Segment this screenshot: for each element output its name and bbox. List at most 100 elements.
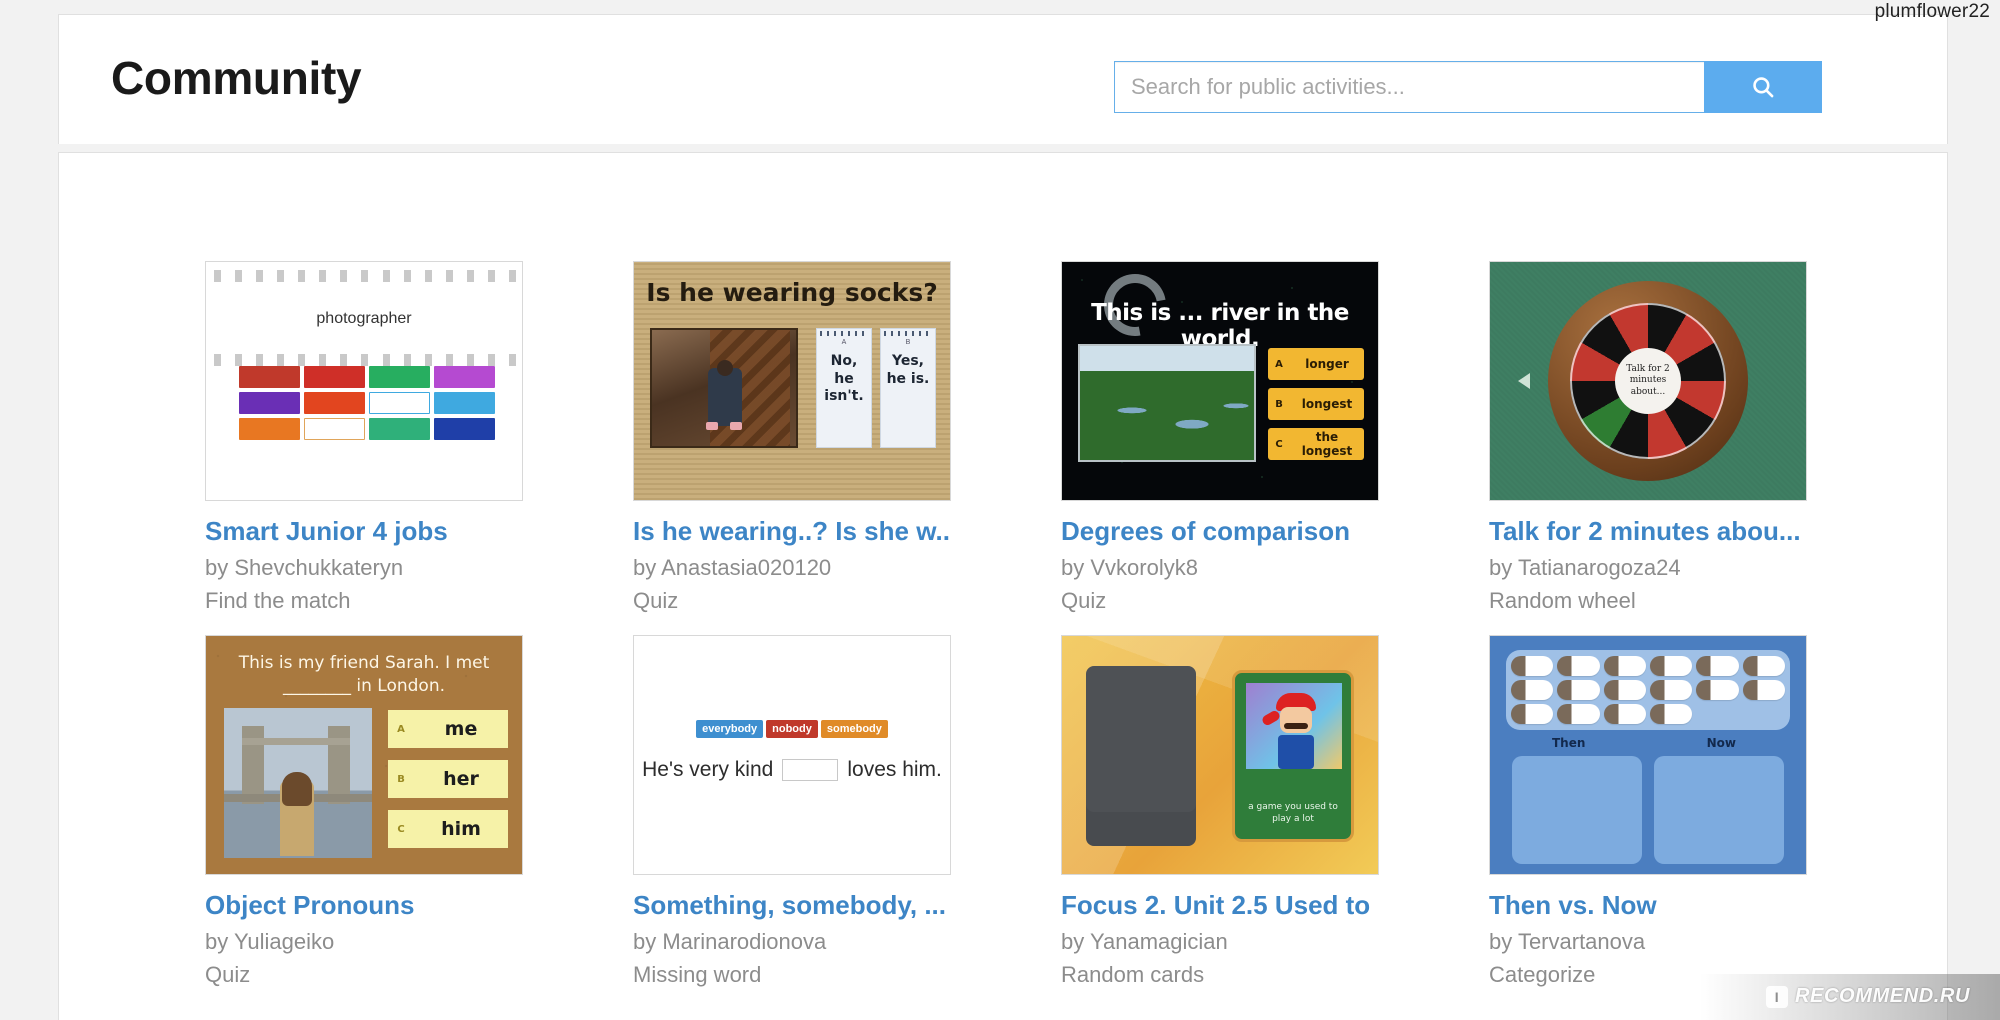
activity-thumbnail-random-wheel[interactable]: Talk for 2 minutes about... (1489, 261, 1807, 501)
activity-title-link[interactable]: Focus 2. Unit 2.5 Used to (1061, 891, 1379, 921)
token[interactable] (1742, 680, 1785, 701)
activity-author: by Marinarodionova (633, 929, 827, 955)
option-text: the longest (1301, 430, 1353, 458)
activity-card[interactable]: Talk for 2 minutes about... Talk for 2 m… (1489, 261, 1807, 613)
token[interactable] (1603, 656, 1646, 677)
token[interactable] (1511, 704, 1554, 725)
search-bar (1114, 61, 1822, 113)
activity-type: Quiz (633, 588, 679, 614)
activity-card[interactable]: a game you used to play a lot Focus 2. U… (1061, 635, 1379, 987)
token[interactable] (1742, 656, 1785, 677)
activity-title-link[interactable]: Is he wearing..? Is she w... (633, 517, 951, 547)
option-text: longest (1301, 397, 1353, 411)
option-letter: A (397, 723, 405, 735)
token[interactable] (1649, 704, 1693, 725)
activity-title-link[interactable]: Talk for 2 minutes abou... (1489, 517, 1807, 547)
activity-type: Find the match (205, 588, 351, 614)
token[interactable] (1557, 680, 1600, 701)
token[interactable] (1557, 704, 1600, 725)
quiz-option-a[interactable]: A me (388, 710, 508, 749)
activity-author: by Tatianarogoza24 (1489, 554, 1681, 580)
quiz-photo (1078, 344, 1256, 462)
film-perforation-top (214, 270, 516, 282)
token[interactable] (1603, 680, 1646, 701)
activity-thumbnail-quiz-river[interactable]: This is ... river in the world. A longer… (1061, 261, 1379, 501)
token[interactable] (1511, 680, 1554, 701)
community-page: plumflower22 Community Search for public… (0, 0, 2000, 1020)
drop-bin-then[interactable] (1512, 756, 1642, 865)
top-watermark: plumflower22 (1874, 1, 1990, 22)
activity-thumbnail-missing-word[interactable]: everybody nobody somebody He's very kind… (633, 635, 951, 876)
quiz-option-b[interactable]: B Yes, he is. (880, 328, 936, 448)
activity-title-link[interactable]: Something, somebody, ... (633, 891, 951, 921)
sentence-after: loves him. (847, 758, 942, 782)
card-back[interactable] (1086, 666, 1196, 847)
card-front[interactable]: a game you used to play a lot (1232, 670, 1354, 843)
activities-panel: photographer Smart Junior 4 jobs by Shev (58, 152, 1948, 1020)
activity-thumbnail-random-cards[interactable]: a game you used to play a lot (1061, 635, 1379, 876)
quiz-option-b[interactable]: B her (388, 760, 508, 799)
quiz-option-b[interactable]: B longest (1268, 388, 1364, 420)
option-letter: C (397, 823, 405, 835)
wheel-hub-label: Talk for 2 minutes about... (1615, 348, 1681, 414)
token[interactable] (1696, 656, 1739, 677)
token[interactable] (1603, 704, 1646, 725)
activity-author: by Shevchukkateryn (205, 554, 404, 580)
activity-type: Random wheel (1489, 588, 1636, 614)
card-image (1246, 683, 1342, 770)
quiz-option-c[interactable]: C the longest (1268, 428, 1364, 460)
token[interactable] (1649, 656, 1693, 677)
activity-card[interactable]: Then Now Then vs. Now by Tervartanova Ca… (1489, 635, 1807, 987)
wheel-pointer-icon (1518, 373, 1530, 389)
activity-card[interactable]: Is he wearing socks? A No, he isn't. B Yes… (633, 261, 951, 613)
word-chip[interactable]: nobody (766, 720, 818, 739)
quiz-photo (650, 328, 798, 448)
activity-card[interactable]: photographer Smart Junior 4 jobs by Shev (205, 261, 523, 613)
card-caption: a game you used to play a lot (1248, 801, 1338, 825)
bottom-watermark: I RECOMMEND.RU (1766, 985, 1970, 1008)
bin-label-then: Then (1552, 736, 1586, 751)
activity-card[interactable]: This is my friend Sarah. I met ________ … (205, 635, 523, 987)
activity-type: Quiz (205, 962, 251, 988)
option-letter: B (397, 773, 405, 785)
activity-author: by Vvkorolyk8 (1061, 554, 1198, 580)
quiz-option-a[interactable]: A longer (1268, 348, 1364, 380)
option-letter: B (1275, 398, 1283, 410)
page-title: Community (111, 52, 362, 104)
quiz-option-a[interactable]: A No, he isn't. (816, 328, 872, 448)
activity-card[interactable]: everybody nobody somebody He's very kind… (633, 635, 951, 987)
activity-thumbnail-quiz-pronouns[interactable]: This is my friend Sarah. I met ________ … (205, 635, 523, 876)
quiz-question: Is he wearing socks? (646, 278, 938, 307)
drop-bin-now[interactable] (1654, 756, 1784, 865)
word-chip[interactable]: somebody (820, 720, 888, 739)
search-button[interactable] (1704, 61, 1822, 113)
activity-title-link[interactable]: Degrees of comparison (1061, 517, 1379, 547)
activity-author: by Yuliageiko (205, 929, 335, 955)
option-letter: C (1275, 438, 1283, 450)
token[interactable] (1557, 656, 1600, 677)
activity-thumbnail-categorize[interactable]: Then Now (1489, 635, 1807, 876)
page-top-strip (0, 0, 2000, 14)
activity-thumbnail-find-the-match[interactable]: photographer (205, 261, 523, 501)
quiz-option-c[interactable]: C him (388, 810, 508, 849)
match-tile-grid (239, 366, 495, 440)
activity-card[interactable]: This is ... river in the world. A longer… (1061, 261, 1379, 613)
activity-author: by Yanamagician (1061, 929, 1228, 955)
word-chip[interactable]: everybody (696, 720, 764, 739)
activity-type: Random cards (1061, 962, 1205, 988)
sentence-before: He's very kind (642, 758, 774, 782)
activity-title-link[interactable]: Then vs. Now (1489, 891, 1807, 921)
option-text: longer (1305, 357, 1349, 371)
activity-title-link[interactable]: Object Pronouns (205, 891, 523, 921)
activity-thumbnail-quiz-socks[interactable]: Is he wearing socks? A No, he isn't. B Yes… (633, 261, 951, 501)
film-perforation-bottom (214, 354, 516, 366)
activity-author: by Tervartanova (1489, 929, 1646, 955)
token[interactable] (1696, 680, 1739, 701)
search-input[interactable] (1114, 61, 1704, 113)
missing-word-blank[interactable] (782, 759, 839, 782)
token[interactable] (1511, 656, 1554, 677)
token-tray (1506, 650, 1790, 731)
token[interactable] (1649, 680, 1693, 701)
activity-title-link[interactable]: Smart Junior 4 jobs (205, 517, 523, 547)
option-text: her (443, 768, 479, 791)
